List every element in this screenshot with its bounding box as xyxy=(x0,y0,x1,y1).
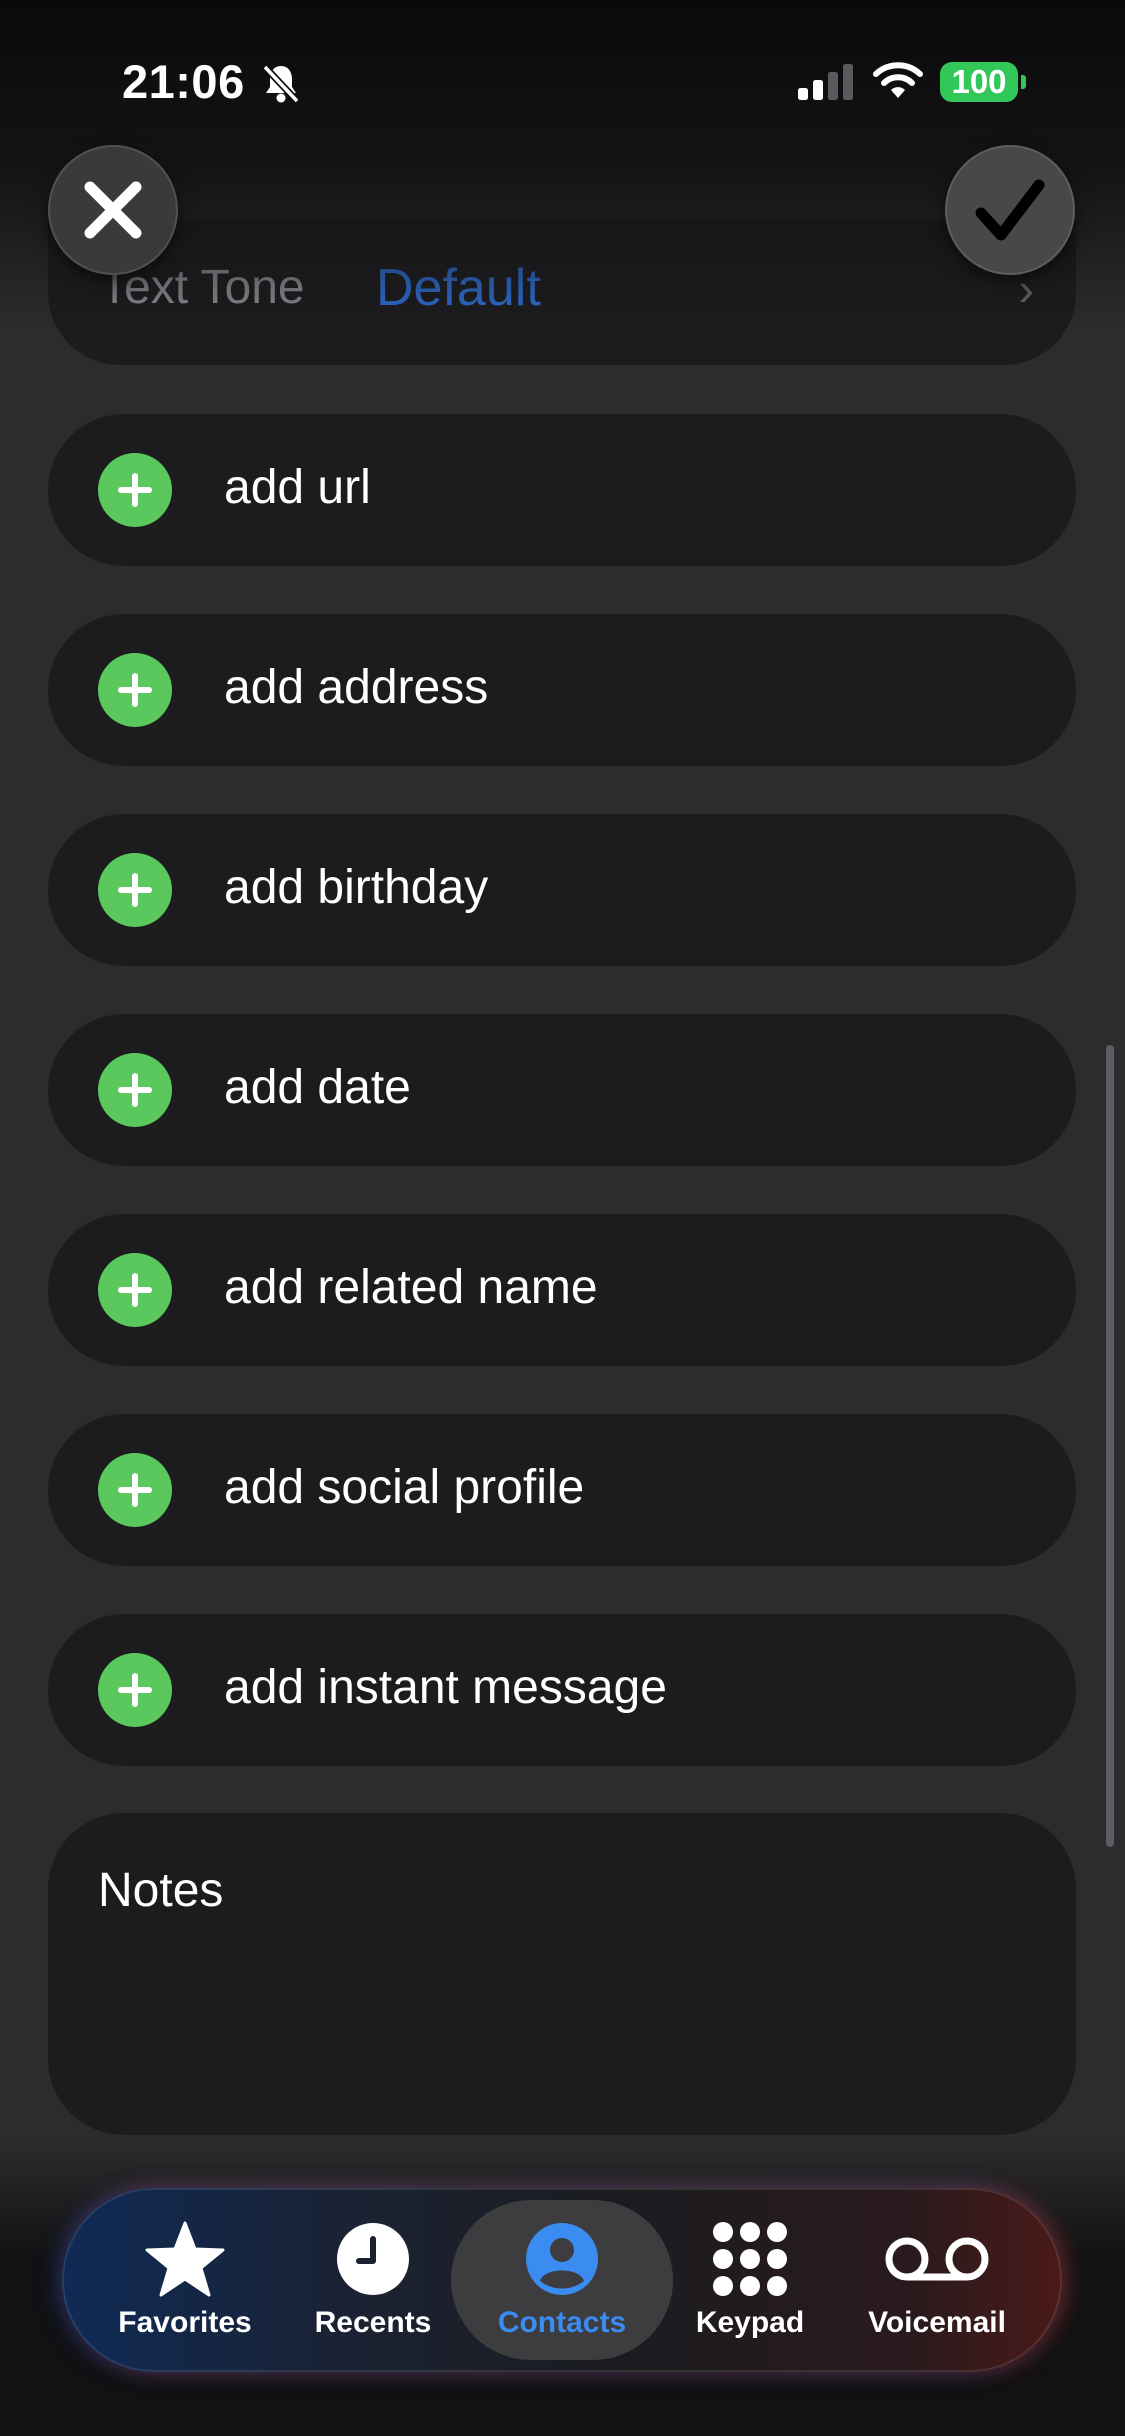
keypad-icon xyxy=(713,2222,787,2296)
add-circle-icon[interactable] xyxy=(98,453,172,527)
add-row-label: add date xyxy=(224,1061,411,1114)
add-related-name-row[interactable]: add related name xyxy=(48,1214,1076,1366)
status-time: 21:06 xyxy=(122,55,245,108)
cellular-signal-icon xyxy=(798,64,853,100)
add-circle-icon[interactable] xyxy=(98,1253,172,1327)
add-social-profile-row[interactable]: add social profile xyxy=(48,1414,1076,1566)
notes-field[interactable]: Notes xyxy=(48,1813,1076,2135)
person-circle-icon xyxy=(526,2223,598,2295)
add-address-row[interactable]: add address xyxy=(48,614,1076,766)
tab-label: Recents xyxy=(314,2306,432,2339)
tab-label: Favorites xyxy=(118,2306,252,2339)
tab-label: Voicemail xyxy=(868,2306,1006,2339)
text-tone-row[interactable]: Text Tone Default › xyxy=(48,220,1076,365)
xmark-icon xyxy=(84,181,142,239)
checkmark-icon xyxy=(975,179,1045,241)
done-button[interactable] xyxy=(945,145,1075,275)
add-circle-icon[interactable] xyxy=(98,1053,172,1127)
wifi-icon xyxy=(873,62,923,98)
voicemail-icon xyxy=(885,2237,989,2281)
add-birthday-row[interactable]: add birthday xyxy=(48,814,1076,966)
tab-label: Keypad xyxy=(695,2306,805,2339)
star-icon xyxy=(145,2221,225,2297)
text-tone-value: Default xyxy=(376,259,541,317)
notes-label: Notes xyxy=(98,1864,224,1917)
add-date-row[interactable]: add date xyxy=(48,1014,1076,1166)
add-row-label: add birthday xyxy=(224,861,489,914)
add-url-row[interactable]: add url xyxy=(48,414,1076,566)
add-row-label: add related name xyxy=(224,1261,598,1314)
battery-tip xyxy=(1021,75,1026,89)
tab-keypad[interactable]: Keypad xyxy=(655,2188,845,2372)
add-row-label: add instant message xyxy=(224,1661,667,1714)
add-row-label: add social profile xyxy=(224,1461,585,1514)
battery-indicator: 100 xyxy=(940,62,1018,102)
tab-contacts[interactable]: Contacts xyxy=(467,2188,657,2372)
add-instant-message-row[interactable]: add instant message xyxy=(48,1614,1076,1766)
add-circle-icon[interactable] xyxy=(98,653,172,727)
clock-icon xyxy=(337,2223,409,2295)
add-circle-icon[interactable] xyxy=(98,1653,172,1727)
scrollbar[interactable] xyxy=(1106,1045,1114,1847)
add-circle-icon[interactable] xyxy=(98,853,172,927)
tab-recents[interactable]: Recents xyxy=(278,2188,468,2372)
add-row-label: add address xyxy=(224,661,489,714)
tab-label: Contacts xyxy=(497,2306,627,2339)
tab-bar: Favorites Recents Contacts Keypad Voicem… xyxy=(62,2188,1062,2372)
add-row-label: add url xyxy=(224,461,371,514)
status-bar: 21:06 100 xyxy=(0,0,1125,160)
tab-favorites[interactable]: Favorites xyxy=(90,2188,280,2372)
add-circle-icon[interactable] xyxy=(98,1453,172,1527)
silent-mode-icon xyxy=(262,64,300,104)
close-button[interactable] xyxy=(48,145,178,275)
tab-voicemail[interactable]: Voicemail xyxy=(842,2188,1032,2372)
